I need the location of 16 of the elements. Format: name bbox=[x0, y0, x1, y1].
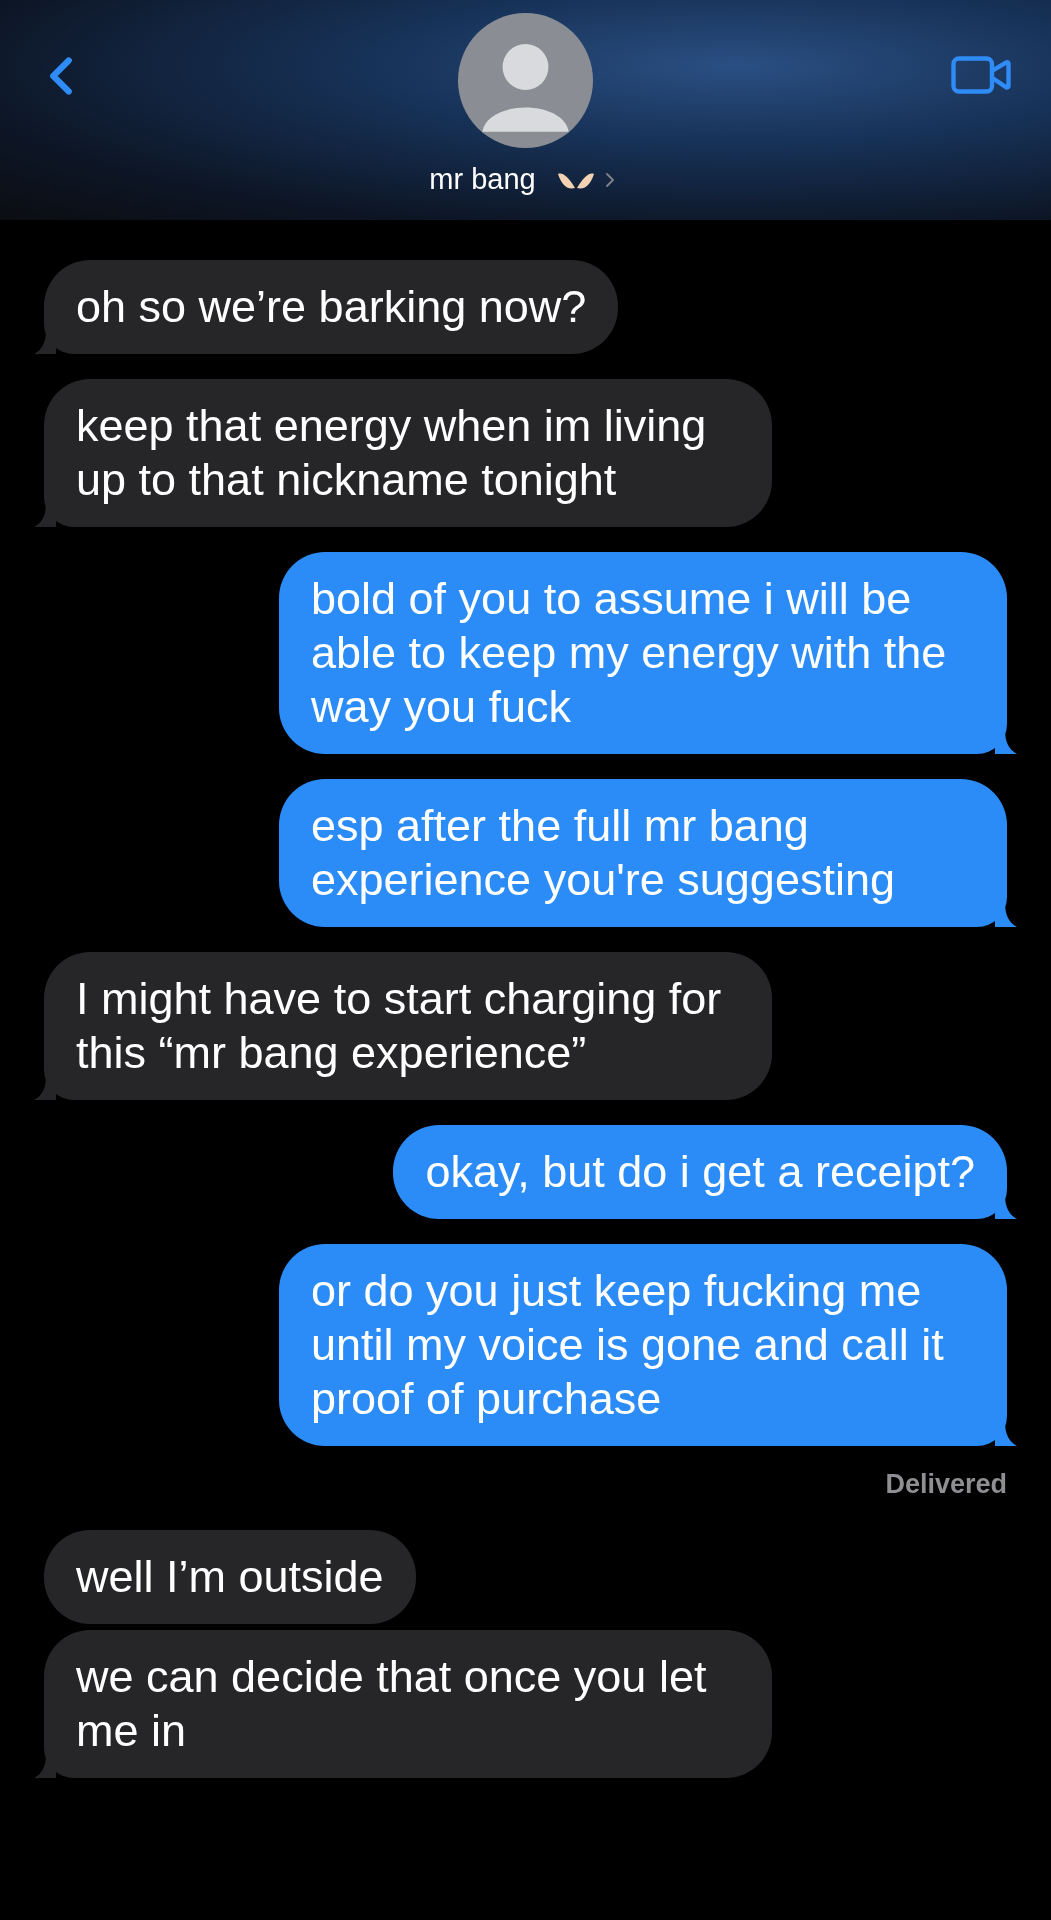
contact-name[interactable]: mr bang bbox=[429, 158, 536, 202]
message-bubble: okay, but do i get a receipt? bbox=[393, 1125, 1007, 1219]
message-bubble: keep that energy when im living up to that nickname tonight bbox=[44, 379, 772, 527]
bubble-tail bbox=[995, 730, 1017, 754]
message-bubble: I might have to start charging for this “mr bang experience” bbox=[44, 952, 772, 1100]
bubble-tail bbox=[995, 1195, 1017, 1219]
delivery-status: Delivered bbox=[885, 1468, 1007, 1501]
avatar[interactable] bbox=[458, 13, 593, 148]
message-bubble: well I’m outside bbox=[44, 1529, 416, 1624]
message-bubble: bold of you to assume i will be able to keep my energy with the way you fuck bbox=[279, 552, 1007, 754]
message-bubble: we can decide that once you let me in bbox=[44, 1629, 772, 1778]
message-bubble: esp after the full mr bang experience you're suggesting bbox=[279, 779, 1007, 927]
message-bubble: or do you just keep fucking me until my voice is gone and call it proof of purchase bbox=[279, 1244, 1007, 1446]
bubble-tail bbox=[995, 903, 1017, 927]
message-bubble: oh so we’re barking now? bbox=[44, 260, 619, 354]
bubble-tail bbox=[995, 1422, 1017, 1446]
